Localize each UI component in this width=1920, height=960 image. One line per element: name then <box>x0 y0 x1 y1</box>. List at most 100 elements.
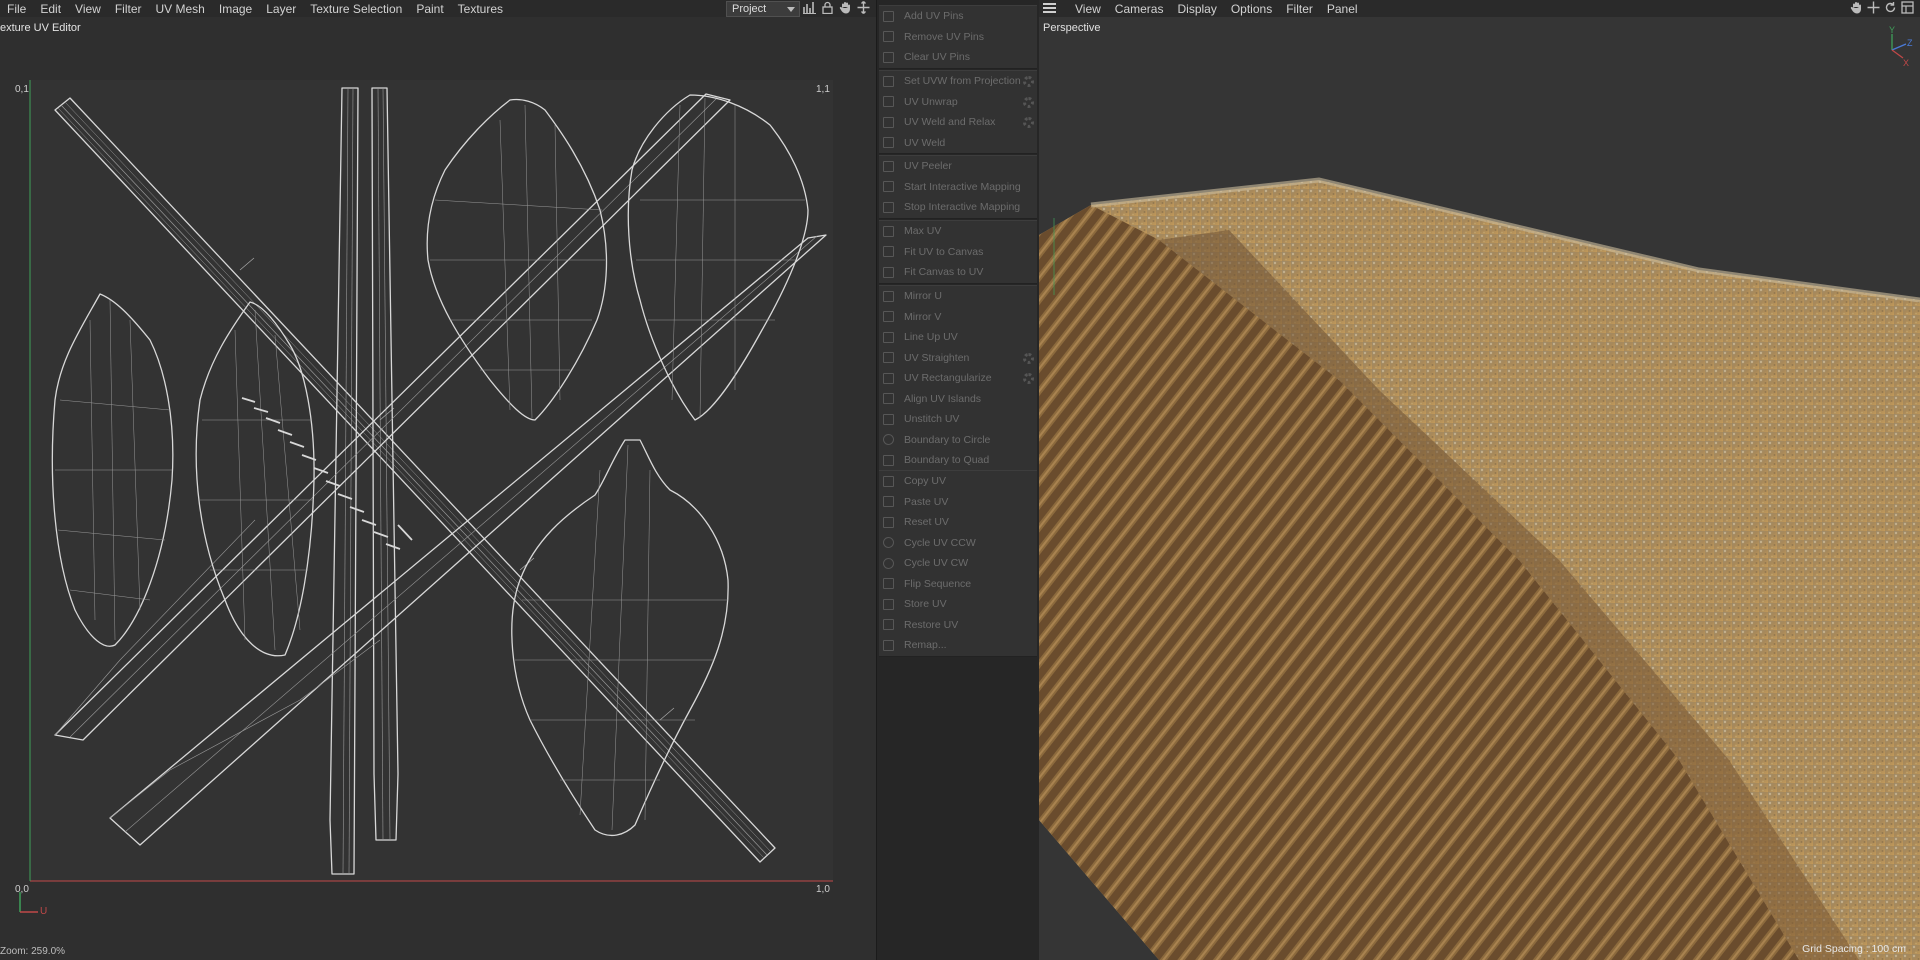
flip-icon <box>883 578 894 590</box>
clear-uv-pins-button[interactable]: Clear UV Pins <box>879 47 1037 68</box>
uv-peeler-button[interactable]: UV Peeler <box>879 156 1037 177</box>
cycle-cw-icon <box>883 557 894 569</box>
paste-uv-button[interactable]: Paste UV <box>879 492 1037 513</box>
uv-canvas[interactable] <box>0 0 876 960</box>
copy-icon <box>883 475 894 487</box>
peeler-icon <box>883 160 894 172</box>
uv-axis-gizmo <box>19 892 38 913</box>
uv-commands-panel: Add UV Pins Remove UV Pins Clear UV Pins… <box>876 0 1040 960</box>
gear-icon[interactable] <box>1023 352 1034 364</box>
cycle-uv-cw-button[interactable]: Cycle UV CW <box>879 553 1037 574</box>
reset-uv-button[interactable]: Reset UV <box>879 512 1037 533</box>
fit-uv-to-canvas-button[interactable]: Fit UV to Canvas <box>879 242 1037 263</box>
u-axis-label: U <box>40 906 48 917</box>
axis-z-label: Z <box>1907 38 1913 48</box>
remap-button[interactable]: Remap... <box>879 635 1037 656</box>
stop-interactive-mapping-button[interactable]: Stop Interactive Mapping <box>879 197 1037 218</box>
fit-canvas-to-uv-button[interactable]: Fit Canvas to UV <box>879 262 1037 283</box>
unstitch-uv-button[interactable]: Unstitch UV <box>879 409 1037 430</box>
remap-icon <box>883 639 894 651</box>
axis-y-label: Y <box>1889 25 1895 35</box>
gear-icon[interactable] <box>1023 96 1034 108</box>
move-icon[interactable] <box>1866 1 1881 16</box>
viewport-menubar: View Cameras Display Options Filter Pane… <box>1039 0 1920 17</box>
clear-icon <box>883 51 894 63</box>
store-icon <box>883 598 894 610</box>
mirror-v-button[interactable]: Mirror V <box>879 307 1037 328</box>
weld-icon <box>883 137 894 149</box>
wheat-field-render: Y Z X <box>1039 25 1920 960</box>
start-interactive-mapping-button[interactable]: Start Interactive Mapping <box>879 177 1037 198</box>
gear-icon[interactable] <box>1023 117 1034 128</box>
layout-icon[interactable] <box>1900 1 1915 16</box>
unstitch-icon <box>883 413 894 425</box>
cycle-uv-ccw-button[interactable]: Cycle UV CCW <box>879 533 1037 554</box>
vp-menu-filter[interactable]: Filter <box>1279 2 1320 16</box>
set-uvw-from-projection-button[interactable]: Set UVW from Projection <box>879 71 1037 92</box>
uv-unwrap-button[interactable]: UV Unwrap <box>879 92 1037 113</box>
reset-icon <box>883 516 894 528</box>
rectangularize-icon <box>883 372 894 384</box>
uv-corner-top-right: 1,1 <box>816 84 830 95</box>
uv-corner-top-left: 0,1 <box>15 84 29 95</box>
restore-uv-button[interactable]: Restore UV <box>879 615 1037 636</box>
vp-menu-options[interactable]: Options <box>1224 2 1279 16</box>
line-up-uv-button[interactable]: Line Up UV <box>879 327 1037 348</box>
fit-canvas-icon <box>883 266 894 278</box>
zoom-status: Zoom: 259.0% <box>0 946 66 957</box>
max-uv-icon <box>883 225 894 237</box>
quad-icon <box>883 454 894 466</box>
line-up-icon <box>883 331 894 343</box>
fit-uv-icon <box>883 246 894 258</box>
command-group-pins: Add UV Pins Remove UV Pins Clear UV Pins <box>879 5 1037 69</box>
cycle-ccw-icon <box>883 537 894 549</box>
hamburger-menu-icon[interactable] <box>1039 2 1068 16</box>
uv-editor-panel: File Edit View Filter UV Mesh Image Laye… <box>0 0 876 960</box>
unwrap-icon <box>883 96 894 108</box>
axis-x-label: X <box>1903 58 1909 68</box>
max-uv-button[interactable]: Max UV <box>879 221 1037 242</box>
uv-rectangularize-button[interactable]: UV Rectangularize <box>879 368 1037 389</box>
hand-pan-icon[interactable] <box>1849 1 1864 16</box>
boundary-to-quad-button[interactable]: Boundary to Quad <box>879 450 1037 471</box>
vp-menu-view[interactable]: View <box>1068 2 1108 16</box>
copy-uv-button[interactable]: Copy UV <box>879 471 1037 492</box>
circle-icon <box>883 434 894 446</box>
pin-remove-icon <box>883 31 894 43</box>
stop-icon <box>883 201 894 213</box>
projection-icon <box>883 75 894 87</box>
mirror-v-icon <box>883 311 894 323</box>
flip-sequence-button[interactable]: Flip Sequence <box>879 574 1037 595</box>
uv-weld-and-relax-button[interactable]: UV Weld and Relax <box>879 112 1037 133</box>
uv-weld-button[interactable]: UV Weld <box>879 133 1037 154</box>
mirror-u-icon <box>883 290 894 302</box>
command-group-unwrap: Set UVW from Projection UV Unwrap UV Wel… <box>879 70 1037 154</box>
store-uv-button[interactable]: Store UV <box>879 594 1037 615</box>
perspective-viewport[interactable]: Y Z X View Cameras Display Options Filte… <box>1039 0 1920 960</box>
vp-menu-display[interactable]: Display <box>1170 2 1223 16</box>
weld-relax-icon <box>883 116 894 128</box>
add-uv-pins-button[interactable]: Add UV Pins <box>879 6 1037 27</box>
paste-icon <box>883 496 894 508</box>
uv-straighten-button[interactable]: UV Straighten <box>879 348 1037 369</box>
align-uv-islands-button[interactable]: Align UV Islands <box>879 389 1037 410</box>
gear-icon[interactable] <box>1023 76 1034 87</box>
remove-uv-pins-button[interactable]: Remove UV Pins <box>879 27 1037 48</box>
boundary-to-circle-button[interactable]: Boundary to Circle <box>879 430 1037 451</box>
uv-corner-bottom-left: 0,0 <box>15 884 29 895</box>
play-icon <box>883 181 894 193</box>
gear-icon[interactable] <box>1023 373 1034 384</box>
align-icon <box>883 393 894 405</box>
command-group-transform: Mirror U Mirror V Line Up UV UV Straight… <box>879 285 1037 472</box>
rotate-icon[interactable] <box>1883 1 1898 16</box>
command-group-fit: Max UV Fit UV to Canvas Fit Canvas to UV <box>879 220 1037 284</box>
straighten-icon <box>883 352 894 364</box>
pin-add-icon <box>883 10 894 22</box>
command-group-clipboard: Copy UV Paste UV Reset UV Cycle UV CCW C… <box>879 470 1037 657</box>
vp-menu-panel[interactable]: Panel <box>1320 2 1365 16</box>
grid-spacing-readout: Grid Spacing : 100 cm <box>1802 943 1906 955</box>
viewport-title: Perspective <box>1043 22 1101 34</box>
vp-menu-cameras[interactable]: Cameras <box>1108 2 1171 16</box>
mirror-u-button[interactable]: Mirror U <box>879 286 1037 307</box>
view-axis-gizmo: Y Z X <box>1889 25 1913 68</box>
